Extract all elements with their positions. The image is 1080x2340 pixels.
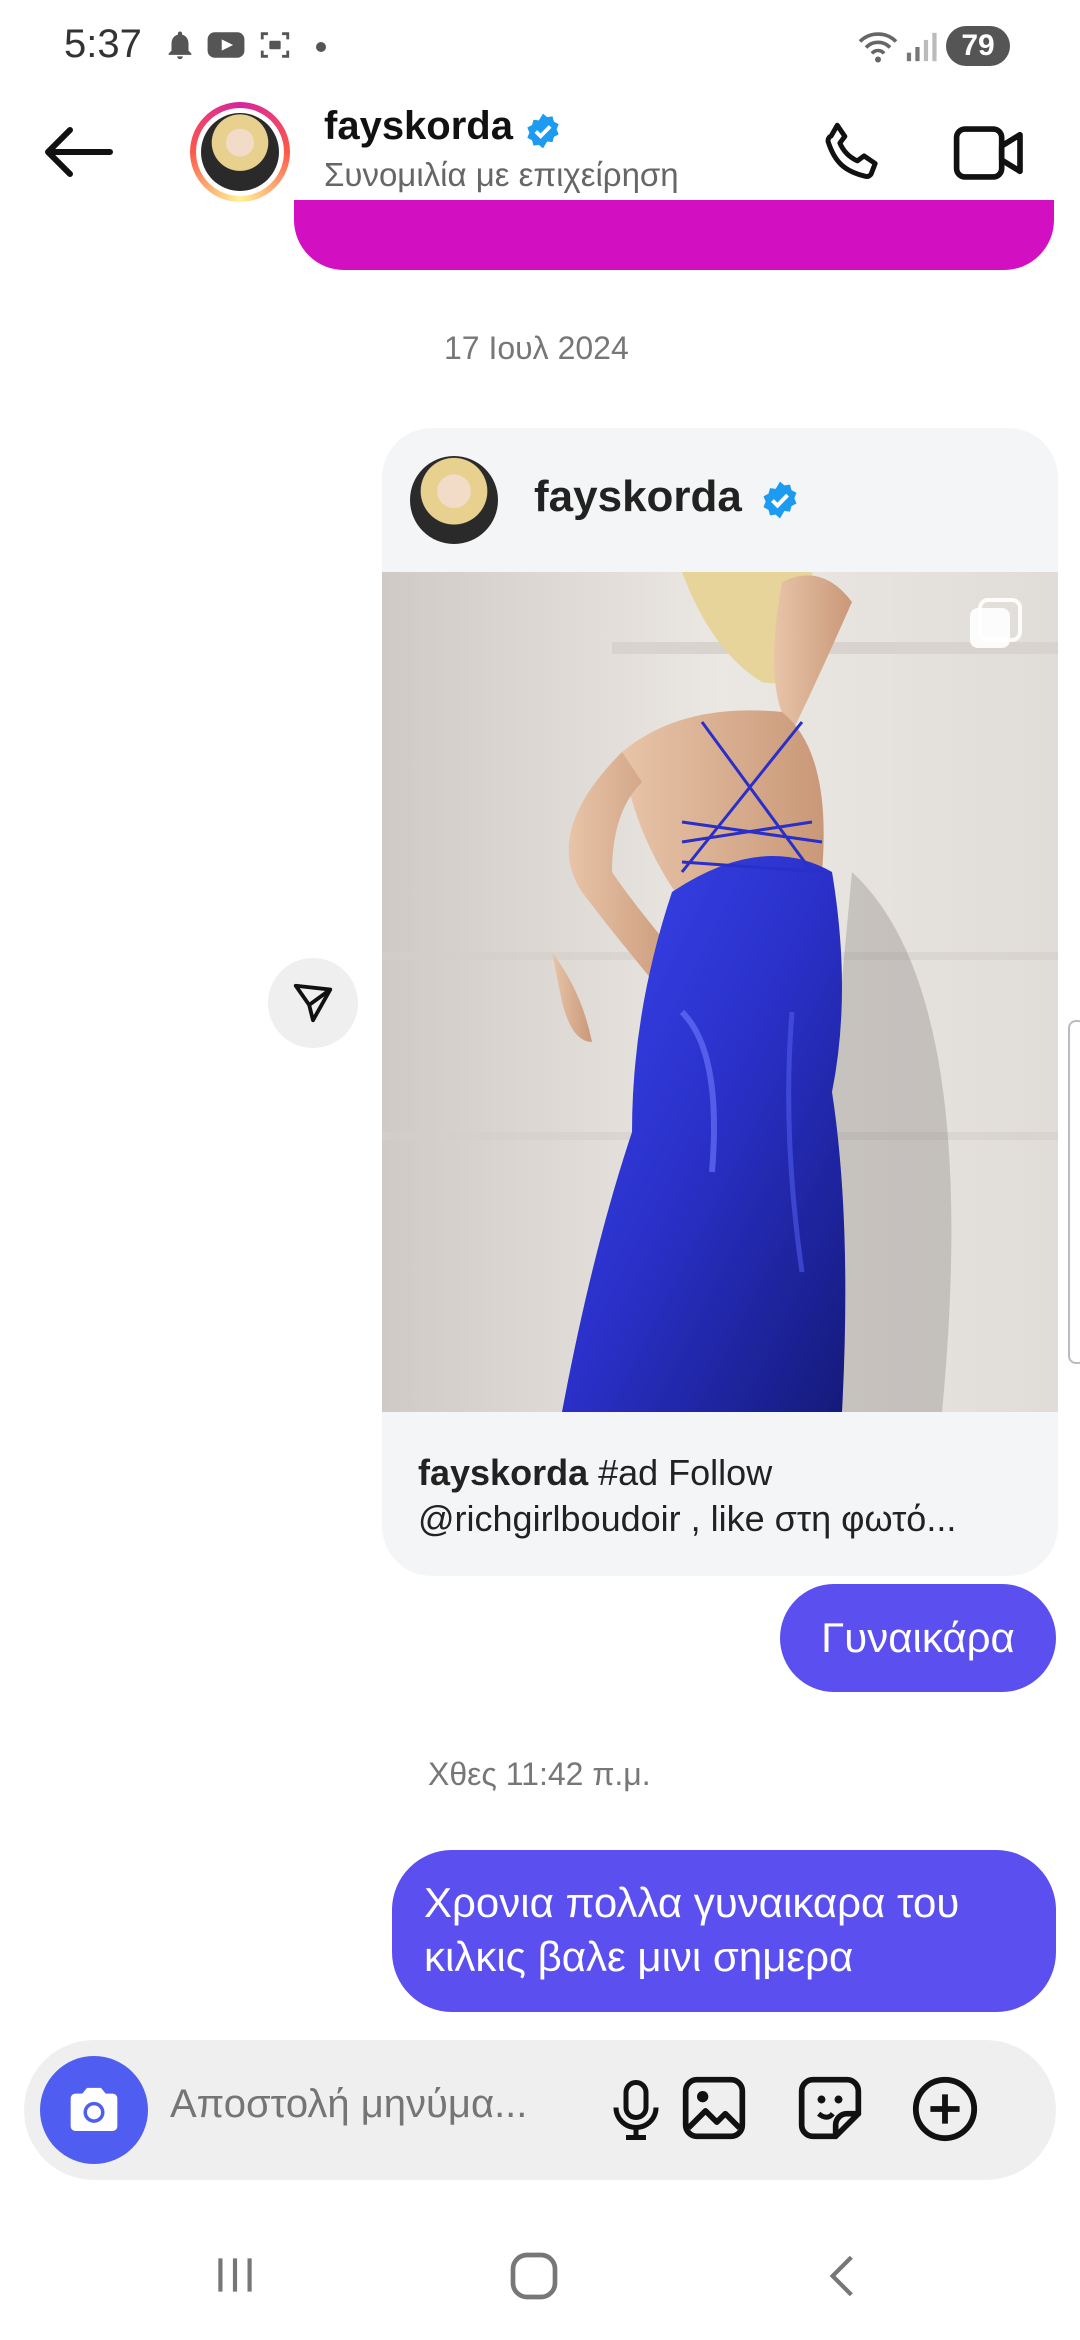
status-time: 5:37	[64, 22, 142, 66]
date-separator: 17 Ιουλ 2024	[444, 330, 629, 366]
system-nav-bar	[0, 2210, 1080, 2340]
back-nav-icon[interactable]	[818, 2248, 868, 2304]
back-arrow-icon[interactable]	[40, 124, 116, 180]
message-text: Γυναικάρα	[821, 1614, 1015, 1661]
date-separator: Χθες 11:42 π.μ.	[428, 1756, 651, 1792]
message-composer	[24, 2040, 1056, 2180]
add-icon[interactable]	[910, 2074, 980, 2144]
video-call-icon[interactable]	[952, 122, 1026, 184]
caption-text-line2: @richgirlboudoir , like στη φωτό...	[418, 1498, 957, 1539]
post-photo[interactable]	[382, 572, 1058, 1412]
message-text-line1: Χρονια πολλα γυναικαρα του	[424, 1879, 960, 1926]
post-author-avatar	[410, 456, 498, 544]
verified-badge-icon	[527, 113, 559, 149]
scrollbar[interactable]	[1068, 1020, 1080, 1364]
wifi-icon	[858, 32, 898, 63]
caption-author: fayskorda	[418, 1452, 589, 1493]
sent-message-bubble[interactable]: Χρονια πολλα γυναικαρα του κιλκις βαλε μ…	[392, 1850, 1056, 2012]
signal-icon	[906, 32, 937, 62]
message-input[interactable]	[170, 2082, 590, 2127]
send-icon	[293, 983, 333, 1023]
camera-icon	[70, 2087, 118, 2131]
profile-avatar[interactable]	[190, 102, 290, 202]
shared-post-card[interactable]: fayskorda fayskorda #ad Follow @richgirl…	[382, 428, 1058, 1576]
avatar-photo	[201, 113, 279, 191]
post-author-name: fayskorda	[534, 472, 742, 521]
battery-indicator: 79	[946, 26, 1010, 66]
previous-message-bubble[interactable]	[294, 200, 1054, 270]
microphone-icon[interactable]	[606, 2076, 666, 2144]
contact-subtitle: Συνομιλία με επιχείρηση	[324, 156, 679, 193]
verified-badge-icon	[763, 481, 797, 519]
home-icon[interactable]	[506, 2248, 562, 2304]
voice-call-icon[interactable]	[818, 118, 888, 188]
notification-dot	[316, 42, 326, 52]
status-bar: 5:37 79	[0, 0, 1080, 90]
screenshot-icon	[260, 32, 290, 58]
camera-button[interactable]	[40, 2056, 148, 2164]
post-caption: fayskorda #ad Follow @richgirlboudoir , …	[418, 1450, 1028, 1542]
gallery-icon[interactable]	[680, 2074, 748, 2142]
notification-bell-icon	[168, 31, 192, 60]
youtube-icon	[207, 32, 245, 58]
sent-message-bubble[interactable]: Γυναικάρα	[780, 1584, 1056, 1692]
recent-apps-icon[interactable]	[210, 2250, 260, 2300]
contact-name[interactable]: fayskorda	[324, 104, 513, 149]
caption-text-line1: #ad Follow	[588, 1452, 773, 1493]
message-text-line2: κιλκις βαλε μινι σημερα	[424, 1933, 854, 1980]
share-button[interactable]	[268, 958, 358, 1048]
sticker-icon[interactable]	[796, 2074, 864, 2142]
